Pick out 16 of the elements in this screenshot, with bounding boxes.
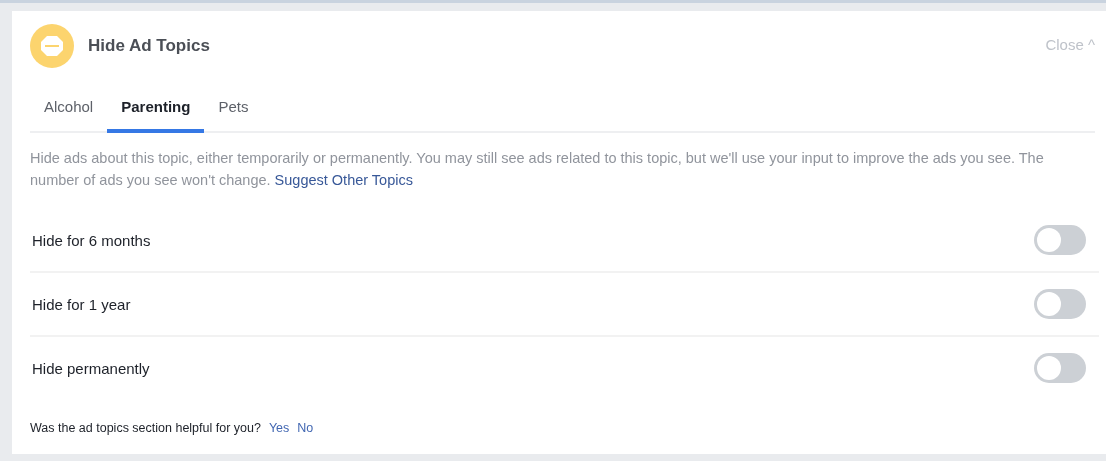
- dialog-title: Hide Ad Topics: [88, 36, 210, 56]
- suggest-topics-link[interactable]: Suggest Other Topics: [274, 172, 413, 188]
- option-label: Hide for 1 year: [32, 295, 131, 313]
- hide-icon: [30, 24, 74, 68]
- feedback-link[interactable]: Yes: [268, 421, 290, 435]
- feedback-link[interactable]: No: [297, 421, 314, 435]
- feedback-question: Was the ad topics section helpful for you?: [30, 421, 261, 435]
- toggle-switch[interactable]: [1034, 225, 1086, 255]
- description-text: Hide ads about this topic, either temporarily or permanently. You may still see ads related to this topic, but we'll use your input to improve the ads you see. The number of ads you see won't change. Suggest Other Topics: [30, 149, 1045, 190]
- topic-tab[interactable]: Pets: [204, 83, 263, 133]
- option-label: Hide permanently: [32, 359, 150, 377]
- topic-tab[interactable]: Alcohol: [30, 83, 108, 133]
- toggle-switch[interactable]: [1034, 289, 1086, 319]
- topic-tab[interactable]: Parenting: [107, 83, 205, 133]
- toggle-switch[interactable]: [1034, 353, 1086, 383]
- option-label: Hide for 6 months: [32, 231, 151, 249]
